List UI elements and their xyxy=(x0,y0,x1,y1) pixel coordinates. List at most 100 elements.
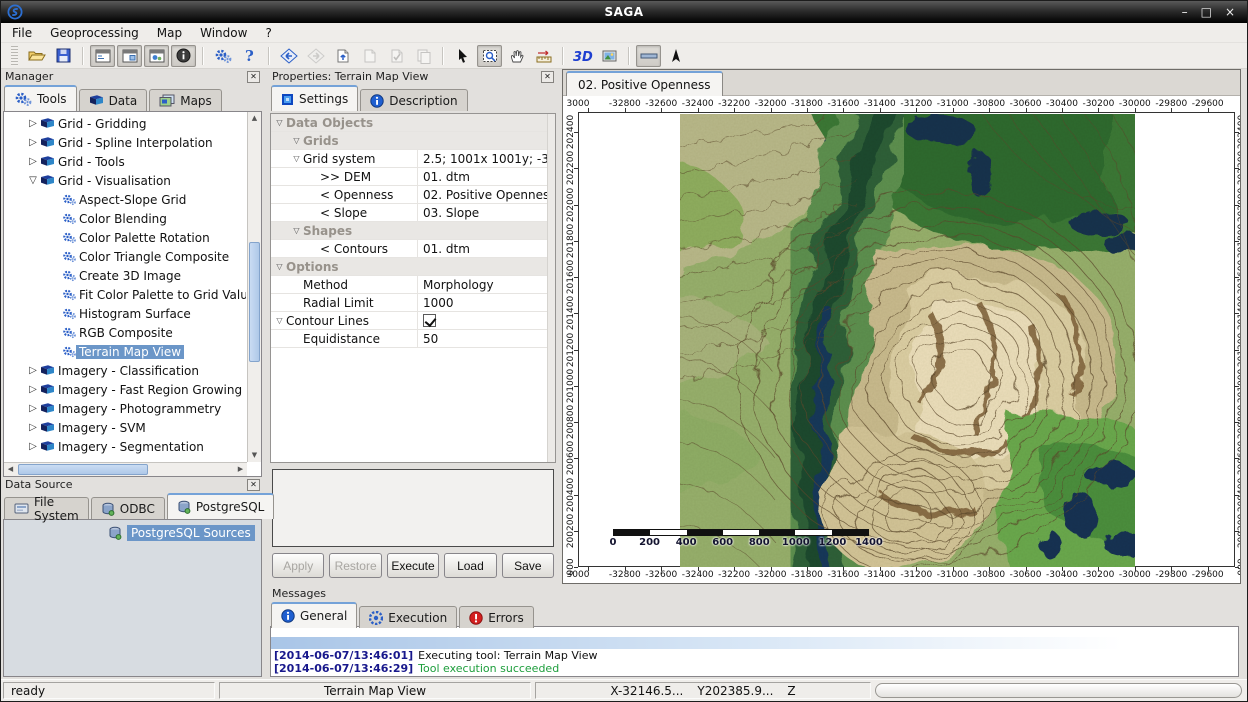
data-source-item-postgresql-sources[interactable]: PostgreSQL Sources xyxy=(4,525,261,541)
expander-icon[interactable]: ▷ xyxy=(26,365,40,376)
apply-button[interactable]: Apply xyxy=(272,553,324,578)
zoom-next-button[interactable] xyxy=(303,45,328,67)
property-row-slope[interactable]: < Slope03. Slope xyxy=(271,204,555,222)
scalebar-toggle-button[interactable] xyxy=(636,45,661,67)
measure-tool-button[interactable] xyxy=(531,45,556,67)
menu-[interactable]: ? xyxy=(256,24,280,42)
tree-item-aspect-slope-grid[interactable]: Aspect-Slope Grid xyxy=(4,190,246,209)
tree-item-grid-spline-interpolation[interactable]: ▷Grid - Spline Interpolation xyxy=(4,133,246,152)
tree-item-grid-tools[interactable]: ▷Grid - Tools xyxy=(4,152,246,171)
property-row-options[interactable]: ▽Options xyxy=(271,258,555,276)
manager-tab-maps[interactable]: Maps xyxy=(149,89,222,111)
data-source-tab-odbc[interactable]: ODBC xyxy=(91,497,165,519)
scroll-right-icon[interactable]: ▶ xyxy=(234,463,247,476)
pointer-tool-button[interactable] xyxy=(450,45,475,67)
pan-tool-button[interactable] xyxy=(504,45,529,67)
expander-icon[interactable]: ▷ xyxy=(26,156,40,167)
menu-geoprocessing[interactable]: Geoprocessing xyxy=(41,24,148,42)
scroll-left-icon[interactable]: ◀ xyxy=(4,463,17,476)
manager-tab-tools[interactable]: Tools xyxy=(4,85,77,111)
property-value[interactable]: 03. Slope xyxy=(417,204,555,221)
expander-icon[interactable]: ▷ xyxy=(26,384,40,395)
scroll-thumb[interactable] xyxy=(249,242,260,362)
expander-icon[interactable]: ▽ xyxy=(290,154,303,163)
property-value[interactable]: 01. dtm xyxy=(417,240,555,257)
property-value[interactable]: 50 xyxy=(417,330,555,347)
property-value[interactable]: Morphology xyxy=(417,276,555,293)
data-source-tab-file-system[interactable]: File System xyxy=(4,497,89,519)
property-row-grids[interactable]: ▽Grids xyxy=(271,132,555,150)
property-grid-scrollbar[interactable] xyxy=(547,114,555,462)
tool-chooser-button[interactable] xyxy=(210,45,235,67)
toggle-messages-button[interactable] xyxy=(171,45,196,67)
menu-window[interactable]: Window xyxy=(191,24,256,42)
selected-log-line[interactable] xyxy=(271,637,1238,649)
messages-tab-errors[interactable]: Errors xyxy=(459,606,534,628)
tree-item-color-triangle-composite[interactable]: Color Triangle Composite xyxy=(4,247,246,266)
property-row-dem[interactable]: >> DEM01. dtm xyxy=(271,168,555,186)
expander-icon[interactable]: ▽ xyxy=(273,118,286,127)
toolbar-drag-handle[interactable] xyxy=(11,46,18,66)
tree-item-color-blending[interactable]: Color Blending xyxy=(4,209,246,228)
expander-icon[interactable]: ▽ xyxy=(273,262,286,271)
help-button[interactable]: ? xyxy=(237,45,262,67)
property-row-equidistance[interactable]: Equidistance50 xyxy=(271,330,555,348)
expander-icon[interactable]: ▷ xyxy=(26,403,40,414)
manager-close-icon[interactable]: ✕ xyxy=(247,71,260,83)
property-row-openness[interactable]: < Openness02. Positive Openness xyxy=(271,186,555,204)
tree-item-create-3d-image[interactable]: Create 3D Image xyxy=(4,266,246,285)
scroll-down-icon[interactable]: ▼ xyxy=(248,449,261,462)
toggle-manager-button[interactable] xyxy=(90,45,115,67)
messages-tab-execution[interactable]: Execution xyxy=(359,606,457,628)
expander-icon[interactable]: ▽ xyxy=(290,136,303,145)
minimize-button[interactable]: – xyxy=(1182,2,1188,22)
menu-file[interactable]: File xyxy=(3,24,41,42)
layer-apply-button[interactable] xyxy=(384,45,409,67)
data-source-close-icon[interactable]: ✕ xyxy=(247,479,260,491)
tree-item-fit-color-palette-to-grid-values[interactable]: Fit Color Palette to Grid Values xyxy=(4,285,246,304)
property-row-data-objects[interactable]: ▽Data Objects xyxy=(271,114,555,132)
messages-tab-general[interactable]: General xyxy=(271,602,357,628)
expander-icon[interactable]: ▷ xyxy=(26,137,40,148)
layer-show-button[interactable] xyxy=(357,45,382,67)
tree-item-rgb-composite[interactable]: RGB Composite xyxy=(4,323,246,342)
property-row-method[interactable]: MethodMorphology xyxy=(271,276,555,294)
manager-tab-data[interactable]: Data xyxy=(79,89,148,111)
tree-vertical-scrollbar[interactable]: ▲ ▼ xyxy=(247,112,261,462)
tree-item-imagery-photogrammetry[interactable]: ▷Imagery - Photogrammetry xyxy=(4,399,246,418)
property-row-radial-limit[interactable]: Radial Limit1000 xyxy=(271,294,555,312)
maximize-button[interactable]: □ xyxy=(1201,2,1212,22)
open-button[interactable] xyxy=(24,45,49,67)
property-value[interactable]: 01. dtm xyxy=(417,168,555,185)
property-row-contour-lines[interactable]: ▽Contour Lines xyxy=(271,312,555,330)
terrain-map-image[interactable] xyxy=(680,114,1135,567)
expander-icon[interactable]: ▷ xyxy=(26,118,40,129)
zoom-previous-button[interactable] xyxy=(276,45,301,67)
property-value[interactable]: 1000 xyxy=(417,294,555,311)
layer-copy-button[interactable] xyxy=(411,45,436,67)
expander-icon[interactable]: ▷ xyxy=(26,441,40,452)
tree-item-imagery-segmentation[interactable]: ▷Imagery - Segmentation xyxy=(4,437,246,456)
property-value[interactable] xyxy=(417,312,555,329)
tree-horizontal-scrollbar[interactable]: ◀ ▶ xyxy=(4,462,247,476)
tree-item-terrain-map-view[interactable]: Terrain Map View xyxy=(4,342,246,361)
properties-close-icon[interactable]: ✕ xyxy=(541,71,554,83)
properties-tab-settings[interactable]: Settings xyxy=(271,85,358,111)
tree-item-histogram-surface[interactable]: Histogram Surface xyxy=(4,304,246,323)
contour-lines-checkbox[interactable] xyxy=(423,314,436,327)
property-row-grid-system[interactable]: ▽Grid system2.5; 1001x 1001y; -32500 xyxy=(271,150,555,168)
north-arrow-button[interactable] xyxy=(663,45,688,67)
scroll-up-icon[interactable]: ▲ xyxy=(248,112,261,125)
restore-button[interactable]: Restore xyxy=(329,553,381,578)
tree-item-imagery-svm[interactable]: ▷Imagery - SVM xyxy=(4,418,246,437)
load-button[interactable]: Load xyxy=(444,553,496,578)
tree-item-imagery-fast-region-growing-al[interactable]: ▷Imagery - Fast Region Growing Al xyxy=(4,380,246,399)
property-value[interactable]: 02. Positive Openness xyxy=(417,186,555,203)
tree-item-color-palette-rotation[interactable]: Color Palette Rotation xyxy=(4,228,246,247)
property-row-contours[interactable]: < Contours01. dtm xyxy=(271,240,555,258)
execute-button[interactable]: Execute xyxy=(387,553,439,578)
tree-item-imagery-classification[interactable]: ▷Imagery - Classification xyxy=(4,361,246,380)
map-view-tab[interactable]: 02. Positive Openness xyxy=(566,71,723,96)
toggle-properties-button[interactable] xyxy=(144,45,169,67)
add-layer-button[interactable] xyxy=(330,45,355,67)
